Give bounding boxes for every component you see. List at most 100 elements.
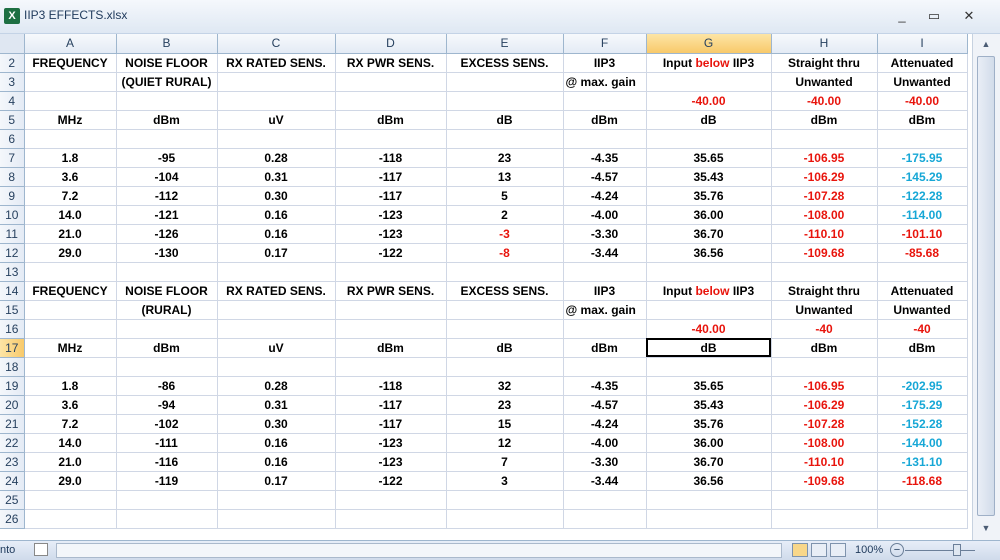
cell-a12[interactable]: 29.0 <box>24 243 117 263</box>
worksheet-grid[interactable]: ABCDEFGHI 2 FREQUENCY NOISE FLOOR RX RATED … <box>0 34 972 540</box>
cell-f21[interactable]: -4.24 <box>563 414 647 434</box>
cell-f9[interactable]: -4.24 <box>563 186 647 206</box>
cell-e11[interactable]: -3 <box>446 224 564 244</box>
row-header[interactable]: 21 <box>0 414 25 434</box>
cell-h8[interactable]: -106.29 <box>771 167 878 187</box>
cell-h15[interactable]: Unwanted <box>771 300 878 320</box>
cell-f13[interactable] <box>563 262 647 282</box>
cell-g10[interactable]: 36.00 <box>646 205 772 225</box>
cell-a5[interactable]: MHz <box>24 110 117 130</box>
cell-i9[interactable]: -122.28 <box>877 186 968 206</box>
cell-g7[interactable]: 35.65 <box>646 148 772 168</box>
cell-e24[interactable]: 3 <box>446 471 564 491</box>
cell-e6[interactable] <box>446 129 564 149</box>
cell-e17[interactable]: dB <box>446 338 564 358</box>
row-header[interactable]: 18 <box>0 357 25 377</box>
cell-g19[interactable]: 35.65 <box>646 376 772 396</box>
cell-d7[interactable]: -118 <box>335 148 447 168</box>
cell-d10[interactable]: -123 <box>335 205 447 225</box>
cell-d20[interactable]: -117 <box>335 395 447 415</box>
cell-f14[interactable]: IIP3 <box>563 281 647 301</box>
cell-d9[interactable]: -117 <box>335 186 447 206</box>
cell-a26[interactable] <box>24 509 117 529</box>
cell-h4[interactable]: -40.00 <box>771 91 878 111</box>
row-header[interactable]: 3 <box>0 72 25 92</box>
cell-i8[interactable]: -145.29 <box>877 167 968 187</box>
cell-d3[interactable] <box>335 72 447 92</box>
restore-button[interactable]: ▭ <box>920 6 948 26</box>
cell-h22[interactable]: -108.00 <box>771 433 878 453</box>
row-header[interactable]: 11 <box>0 224 25 244</box>
row-header[interactable]: 17 <box>0 338 25 358</box>
row-header[interactable]: 6 <box>0 129 25 149</box>
cell-c17[interactable]: uV <box>217 338 336 358</box>
cell-e22[interactable]: 12 <box>446 433 564 453</box>
cell-f11[interactable]: -3.30 <box>563 224 647 244</box>
cell-a2[interactable]: FREQUENCY <box>24 53 117 73</box>
cell-f10[interactable]: -4.00 <box>563 205 647 225</box>
cell-d14[interactable]: RX PWR SENS. <box>335 281 447 301</box>
cell-h11[interactable]: -110.10 <box>771 224 878 244</box>
cell-a25[interactable] <box>24 490 117 510</box>
row-header[interactable]: 16 <box>0 319 25 339</box>
cell-g4[interactable]: -40.00 <box>646 91 772 111</box>
scroll-down-arrow-icon[interactable]: ▼ <box>977 520 995 536</box>
cell-e12[interactable]: -8 <box>446 243 564 263</box>
cell-h25[interactable] <box>771 490 878 510</box>
cell-c20[interactable]: 0.31 <box>217 395 336 415</box>
cell-b3[interactable]: (QUIET RURAL) <box>116 72 218 92</box>
cell-e2[interactable]: EXCESS SENS. <box>446 53 564 73</box>
cell-e20[interactable]: 23 <box>446 395 564 415</box>
cell-e15[interactable] <box>446 300 564 320</box>
cell-g16[interactable]: -40.00 <box>646 319 772 339</box>
cell-c6[interactable] <box>217 129 336 149</box>
zoom-slider-knob[interactable] <box>953 544 961 556</box>
cell-b20[interactable]: -94 <box>116 395 218 415</box>
cell-h5[interactable]: dBm <box>771 110 878 130</box>
cell-b4[interactable] <box>116 91 218 111</box>
cell-d16[interactable] <box>335 319 447 339</box>
cell-a3[interactable] <box>24 72 117 92</box>
close-button[interactable]: ✕ <box>955 6 983 26</box>
column-header-g[interactable]: G <box>646 34 772 54</box>
cell-d25[interactable] <box>335 490 447 510</box>
cell-a24[interactable]: 29.0 <box>24 471 117 491</box>
normal-view-icon[interactable] <box>792 543 808 557</box>
cell-g5[interactable]: dB <box>646 110 772 130</box>
cell-b7[interactable]: -95 <box>116 148 218 168</box>
cell-c21[interactable]: 0.30 <box>217 414 336 434</box>
cell-e4[interactable] <box>446 91 564 111</box>
column-header-i[interactable]: I <box>877 34 968 54</box>
cell-c8[interactable]: 0.31 <box>217 167 336 187</box>
cell-a15[interactable] <box>24 300 117 320</box>
cell-a20[interactable]: 3.6 <box>24 395 117 415</box>
cell-d22[interactable]: -123 <box>335 433 447 453</box>
cell-a9[interactable]: 7.2 <box>24 186 117 206</box>
cell-f22[interactable]: -4.00 <box>563 433 647 453</box>
cell-h10[interactable]: -108.00 <box>771 205 878 225</box>
row-header[interactable]: 26 <box>0 509 25 529</box>
cell-c25[interactable] <box>217 490 336 510</box>
cell-i20[interactable]: -175.29 <box>877 395 968 415</box>
row-header[interactable]: 4 <box>0 91 25 111</box>
cell-b6[interactable] <box>116 129 218 149</box>
cell-f24[interactable]: -3.44 <box>563 471 647 491</box>
cell-b14[interactable]: NOISE FLOOR <box>116 281 218 301</box>
cell-i25[interactable] <box>877 490 968 510</box>
row-header[interactable]: 9 <box>0 186 25 206</box>
column-header-d[interactable]: D <box>335 34 447 54</box>
cell-a23[interactable]: 21.0 <box>24 452 117 472</box>
cell-e5[interactable]: dB <box>446 110 564 130</box>
cell-g17[interactable]: dB <box>646 338 772 358</box>
cell-b13[interactable] <box>116 262 218 282</box>
cell-d18[interactable] <box>335 357 447 377</box>
cell-c18[interactable] <box>217 357 336 377</box>
cell-d6[interactable] <box>335 129 447 149</box>
cell-c23[interactable]: 0.16 <box>217 452 336 472</box>
cell-i6[interactable] <box>877 129 968 149</box>
cell-a10[interactable]: 14.0 <box>24 205 117 225</box>
cell-g2[interactable]: Input below IIP3 <box>646 53 772 73</box>
cell-g8[interactable]: 35.43 <box>646 167 772 187</box>
cell-g6[interactable] <box>646 129 772 149</box>
cell-d21[interactable]: -117 <box>335 414 447 434</box>
